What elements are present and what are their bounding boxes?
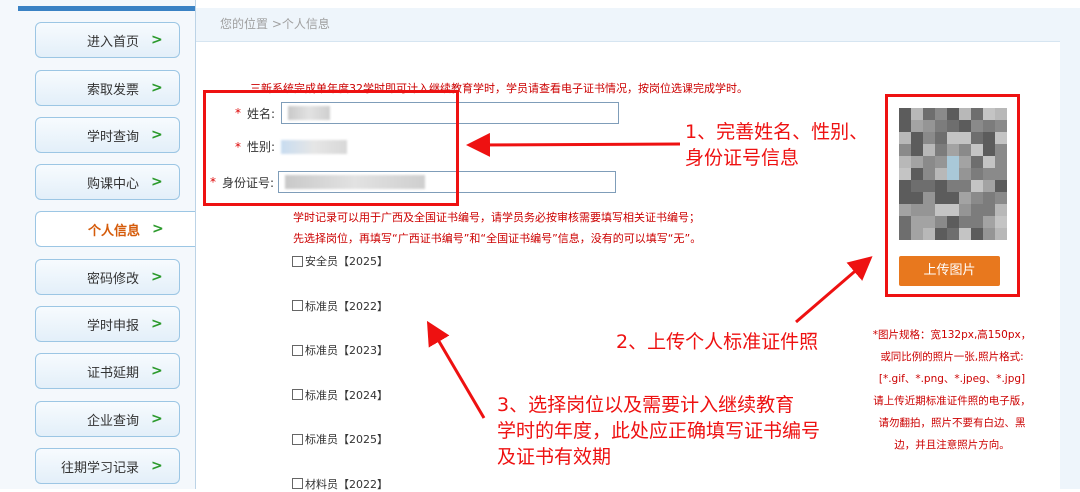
certificate-option[interactable]: 材料员【2022】 xyxy=(292,476,388,492)
chevron-right-icon: > xyxy=(151,269,163,285)
sidebar-item-1[interactable]: 索取发票 > xyxy=(35,70,180,106)
photo-spec-line: 边，并且注意照片方向。 xyxy=(894,439,1010,451)
sidebar-item-label: 企业查询 xyxy=(86,413,139,429)
sidebar-item-label: 学时申报 xyxy=(86,318,139,334)
photo-spec-line: 请勿翻拍，照片不要有白边、黑 xyxy=(878,417,1026,429)
sidebar-top-accent xyxy=(18,6,195,11)
arrow-3-icon xyxy=(426,320,486,419)
sidebar-item-label: 个人信息 xyxy=(87,223,140,239)
chevron-right-icon: > xyxy=(151,411,163,427)
checkbox[interactable] xyxy=(292,389,303,400)
sidebar-item-label: 往期学习记录 xyxy=(60,460,139,476)
photo-spec-line: *图片规格：宽132px,高150px， xyxy=(872,329,1032,341)
chevron-right-icon: > xyxy=(151,80,163,96)
photo-spec-line: 请上传近期标准证件照的电子版， xyxy=(873,395,1031,407)
photo-preview xyxy=(899,108,1007,240)
sidebar-item-label: 证书延期 xyxy=(86,365,139,381)
certificate-label: 材料员【2022】 xyxy=(305,477,388,491)
chevron-right-icon: > xyxy=(151,363,163,379)
annotation-1-line-2: 身份证号信息 xyxy=(685,147,800,169)
sidebar-item-label: 索取发票 xyxy=(86,82,139,98)
annotation-2: 2、上传个人标准证件照 xyxy=(616,329,818,355)
certificate-label: 标准员【2025】 xyxy=(305,433,388,446)
sidebar-item-4[interactable]: 个人信息 > xyxy=(35,211,195,247)
sidebar-item-7[interactable]: 证书延期 > xyxy=(35,353,180,389)
sidebar-item-5[interactable]: 密码修改 > xyxy=(35,259,180,295)
sidebar-item-9[interactable]: 往期学习记录 > xyxy=(35,448,180,484)
certificate-label: 标准员【2024】 xyxy=(305,388,388,402)
hint-line-1: 学时记录可以用于广西及全国证书编号，请学员务必按审核需要填写相关证书编号； xyxy=(293,211,700,224)
certificate-label: 标准员【2023】 xyxy=(305,344,388,357)
annotation-3-line-3: 及证书有效期 xyxy=(497,446,612,468)
certificate-option[interactable]: 标准员【2022】 xyxy=(292,298,388,314)
arrow-2-icon xyxy=(795,256,873,324)
annotation-3: 3、选择岗位以及需要计入继续教育 学时的年度，此处应正确填写证书编号 及证书有效… xyxy=(497,392,820,470)
certificate-option[interactable]: 标准员【2023】 xyxy=(292,342,388,358)
certificate-option[interactable]: 标准员【2024】 xyxy=(292,387,388,403)
sidebar-item-6[interactable]: 学时申报 > xyxy=(35,306,180,342)
certificate-label: 标准员【2022】 xyxy=(305,299,388,313)
chevron-right-icon: > xyxy=(151,174,163,190)
annotation-3-line-1: 3、选择岗位以及需要计入继续教育 xyxy=(497,394,795,416)
sidebar-item-8[interactable]: 企业查询 > xyxy=(35,401,180,437)
sidebar-item-3[interactable]: 购课中心 > xyxy=(35,164,180,200)
form-highlight-box xyxy=(203,90,459,206)
hint-line-2: 先选择岗位，再填写“广西证书编号”和“全国证书编号”信息，没有的可以填写“无”。 xyxy=(293,232,702,245)
chevron-right-icon: > xyxy=(151,127,163,143)
chevron-right-icon: > xyxy=(151,458,163,474)
certificate-label: 安全员【2025】 xyxy=(305,255,388,268)
photo-spec-line: [*.gif、*.png、*.jpeg、*.jpg] xyxy=(878,373,1026,385)
checkbox[interactable] xyxy=(292,433,303,445)
sidebar-item-2[interactable]: 学时查询 > xyxy=(35,117,180,153)
sidebar-item-label: 学时查询 xyxy=(86,129,139,145)
photo-spec: *图片规格：宽132px,高150px， 或同比例的照片一张,照片格式: [*.gi… xyxy=(852,324,1052,456)
checkbox[interactable] xyxy=(292,255,303,267)
annotation-3-line-2: 学时的年度，此处应正确填写证书编号 xyxy=(497,420,821,442)
checkbox[interactable] xyxy=(292,300,303,311)
annotation-1-line-1: 1、完善姓名、性别、 xyxy=(685,121,869,143)
chevron-right-icon: > xyxy=(151,32,163,48)
upload-image-button[interactable]: 上传图片 xyxy=(899,256,1000,286)
checkbox[interactable] xyxy=(292,478,303,489)
photo-spec-line: 或同比例的照片一张,照片格式: xyxy=(880,351,1024,363)
annotation-2-line-1: 2、上传个人标准证件照 xyxy=(616,331,819,353)
chevron-right-icon: > xyxy=(151,316,163,332)
sidebar-item-0[interactable]: 进入首页 > xyxy=(35,22,180,58)
chevron-right-icon: > xyxy=(152,221,164,237)
certificate-option[interactable]: 标准员【2025】 xyxy=(292,431,388,447)
sidebar-item-label: 密码修改 xyxy=(86,271,139,287)
arrow-1-icon xyxy=(466,132,681,157)
sidebar-item-label: 购课中心 xyxy=(86,176,139,192)
annotation-1: 1、完善姓名、性别、 身份证号信息 xyxy=(685,119,868,171)
content-divider xyxy=(195,0,196,489)
breadcrumb: 您的位置 >个人信息 xyxy=(196,8,1060,42)
right-panel-edge xyxy=(1060,8,1080,489)
checkbox[interactable] xyxy=(292,344,303,356)
certificate-option[interactable]: 安全员【2025】 xyxy=(292,253,388,269)
sidebar-item-label: 进入首页 xyxy=(86,34,139,50)
